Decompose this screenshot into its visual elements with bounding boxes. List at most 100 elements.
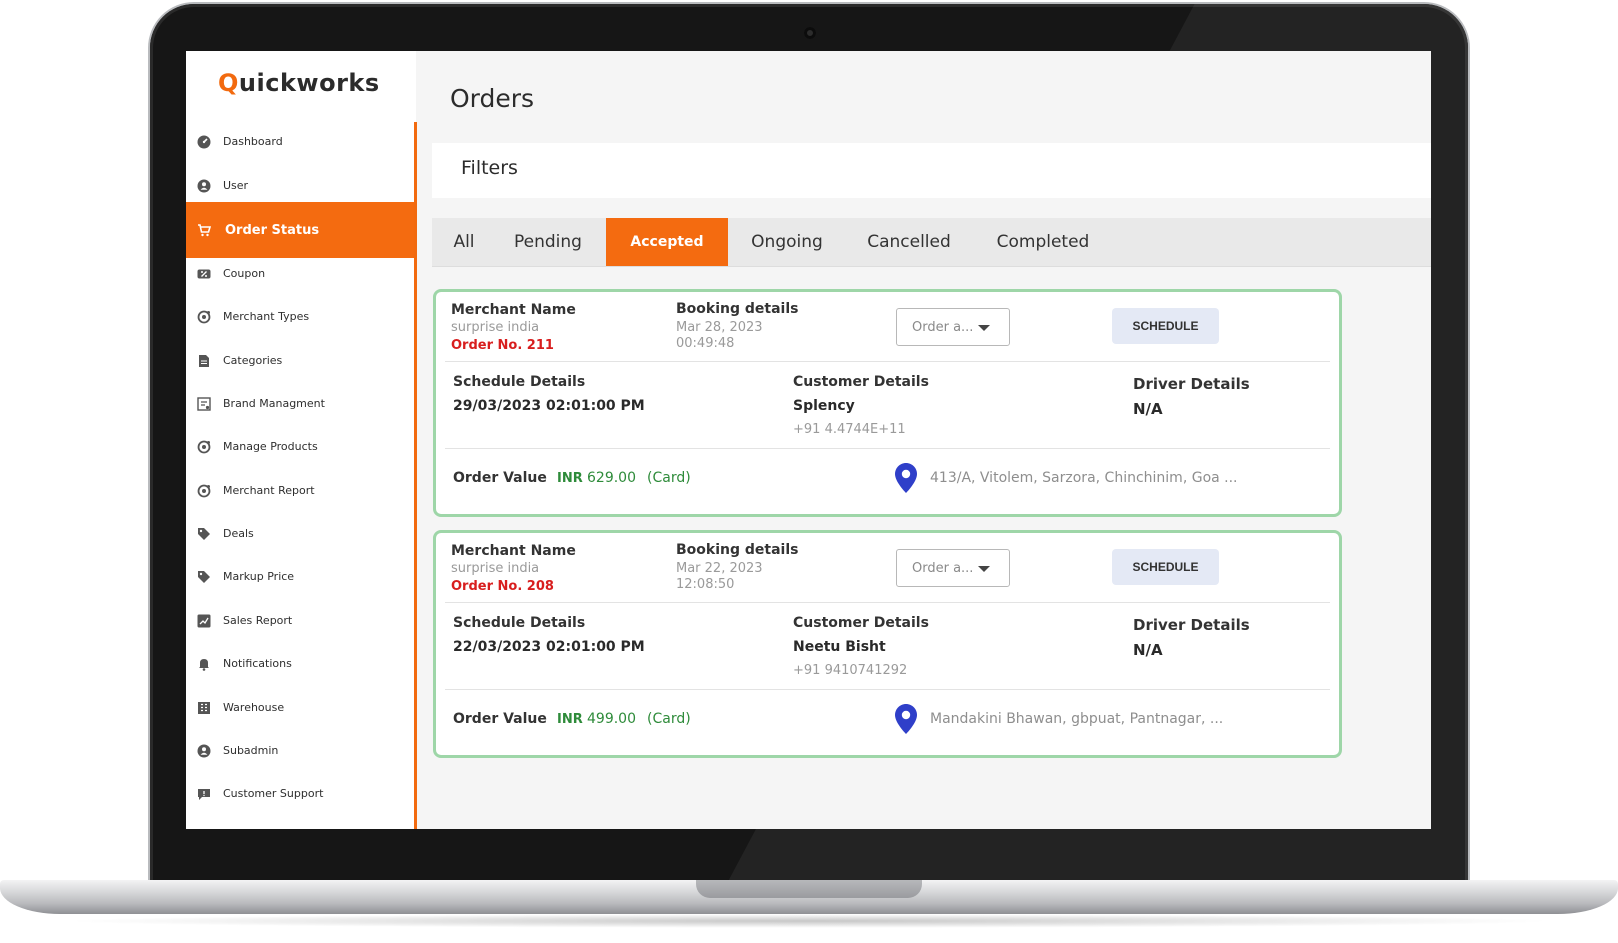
sidebar-item-dashboard[interactable]: Dashboard: [186, 119, 416, 164]
logo-letter: Q: [218, 69, 239, 97]
filters-panel[interactable]: Filters: [432, 143, 1431, 198]
sidebar-item-customer-support[interactable]: Customer Support: [186, 771, 416, 816]
tab-cancelled[interactable]: Cancelled: [854, 218, 964, 266]
price-tag-icon: [197, 570, 211, 584]
customer-name: Splency: [793, 398, 855, 414]
divider: [445, 361, 1330, 362]
sidebar-item-label: Customer Support: [223, 787, 324, 800]
merchant-name-label: Merchant Name: [451, 302, 576, 318]
dashboard-icon: [197, 135, 211, 149]
chat-icon: [197, 787, 211, 801]
sidebar-item-label: Categories: [223, 354, 283, 367]
tab-all[interactable]: All: [444, 218, 484, 266]
sidebar-item-deals[interactable]: Deals: [186, 511, 416, 556]
products-icon: [197, 440, 211, 454]
coupon-icon: [197, 267, 211, 281]
delivery-address: Mandakini Bhawan, gbpuat, Pantnagar, ...: [930, 711, 1224, 727]
order-amount: 629.00: [587, 470, 636, 486]
sidebar-item-merchant-report[interactable]: Merchant Report: [186, 468, 416, 513]
divider: [445, 689, 1330, 690]
booking-time: 00:49:48: [676, 336, 735, 351]
sidebar-item-label: Brand Managment: [223, 397, 325, 410]
sidebar-item-label: Manage Products: [223, 440, 318, 453]
tab-ongoing[interactable]: Ongoing: [740, 218, 834, 266]
laptop-base-notch: [696, 880, 922, 898]
sidebar-item-order-status[interactable]: Order Status: [186, 202, 416, 258]
customer-details-label: Customer Details: [793, 615, 929, 631]
sidebar-item-categories[interactable]: Categories: [186, 338, 416, 383]
schedule-button[interactable]: SCHEDULE: [1112, 308, 1219, 344]
sidebar-item-label: Notifications: [223, 657, 292, 670]
tab-completed[interactable]: Completed: [984, 218, 1102, 266]
sidebar-item-label: Merchant Types: [223, 310, 310, 323]
schedule-button[interactable]: SCHEDULE: [1112, 549, 1219, 585]
app-logo[interactable]: Quickworks: [218, 69, 380, 97]
tab-accepted[interactable]: Accepted: [606, 218, 728, 266]
order-action-select[interactable]: Order a...: [896, 549, 1010, 587]
order-action-value: Order a...: [912, 561, 974, 576]
customer-phone: +91 4.4744E+11: [793, 422, 906, 437]
cart-icon: [197, 223, 211, 237]
delivery-address: 413/A, Vitolem, Sarzora, Chinchinim, Goa…: [930, 470, 1238, 486]
booking-time: 12:08:50: [676, 577, 735, 592]
categories-icon: [197, 354, 211, 368]
location-pin-icon: [895, 704, 917, 734]
order-number: Order No. 211: [451, 338, 554, 353]
sidebar-item-manage-products[interactable]: Manage Products: [186, 424, 416, 469]
filters-label: Filters: [461, 157, 518, 179]
sidebar-item-notifications[interactable]: Notifications: [186, 641, 416, 686]
sidebar-item-label: Order Status: [225, 222, 320, 238]
payment-method: (Card): [647, 711, 691, 727]
order-currency: INR: [557, 712, 583, 727]
schedule-datetime: 29/03/2023 02:01:00 PM: [453, 398, 645, 414]
sidebar-item-brand-managment[interactable]: Brand Managment: [186, 381, 416, 426]
chevron-down-icon: [978, 325, 990, 331]
sidebar-item-markup-price[interactable]: Markup Price: [186, 554, 416, 599]
status-tabs: All Pending Accepted Ongoing Cancelled C…: [432, 218, 1431, 267]
schedule-details-label: Schedule Details: [453, 374, 586, 390]
order-action-select[interactable]: Order a...: [896, 308, 1010, 346]
merchant-name-label: Merchant Name: [451, 543, 576, 559]
driver-value: N/A: [1133, 400, 1163, 418]
sidebar-item-coupon[interactable]: Coupon: [186, 251, 416, 296]
booking-details-label: Booking details: [676, 301, 799, 317]
sidebar-item-merchant-types[interactable]: Merchant Types: [186, 294, 416, 339]
sidebar-item-warehouse[interactable]: Warehouse: [186, 685, 416, 730]
payment-method: (Card): [647, 470, 691, 486]
booking-date: Mar 28, 2023: [676, 320, 763, 335]
sidebar-item-label: Subadmin: [223, 744, 279, 757]
warehouse-icon: [197, 701, 211, 715]
order-card: Merchant Name surprise india Order No. 2…: [433, 289, 1342, 517]
sidebar-item-label: Sales Report: [223, 614, 293, 627]
laptop-shadow: [60, 914, 1558, 928]
order-currency: INR: [557, 471, 583, 486]
brand-icon: [197, 396, 211, 411]
app-screen: Quickworks Dashboard User Order Status C…: [186, 51, 1431, 829]
booking-details-label: Booking details: [676, 542, 799, 558]
page-title: Orders: [450, 84, 535, 113]
schedule-datetime: 22/03/2023 02:01:00 PM: [453, 639, 645, 655]
divider: [445, 602, 1330, 603]
divider: [445, 448, 1330, 449]
tab-pending[interactable]: Pending: [502, 218, 594, 266]
order-number: Order No. 208: [451, 579, 554, 594]
customer-name: Neetu Bisht: [793, 639, 886, 655]
main-content: Orders Filters All Pending Accepted Ongo…: [417, 51, 1431, 829]
booking-date: Mar 22, 2023: [676, 561, 763, 576]
tag-icon: [197, 527, 211, 541]
bell-icon: [197, 657, 211, 671]
customer-phone: +91 9410741292: [793, 663, 908, 678]
order-card: Merchant Name surprise india Order No. 2…: [433, 530, 1342, 758]
sidebar-item-label: Warehouse: [223, 701, 285, 714]
camera-icon: [804, 27, 816, 39]
sidebar-item-sales-report[interactable]: Sales Report: [186, 598, 416, 643]
sidebar-item-label: Deals: [223, 527, 254, 540]
driver-value: N/A: [1133, 641, 1163, 659]
sidebar-item-subadmin[interactable]: Subadmin: [186, 728, 416, 773]
sidebar-item-label: User: [223, 179, 249, 192]
chart-icon: [197, 614, 211, 628]
order-value-label: Order Value: [453, 470, 547, 486]
sidebar: Quickworks Dashboard User Order Status C…: [186, 51, 416, 829]
user-icon: [197, 179, 211, 193]
order-action-value: Order a...: [912, 320, 974, 335]
